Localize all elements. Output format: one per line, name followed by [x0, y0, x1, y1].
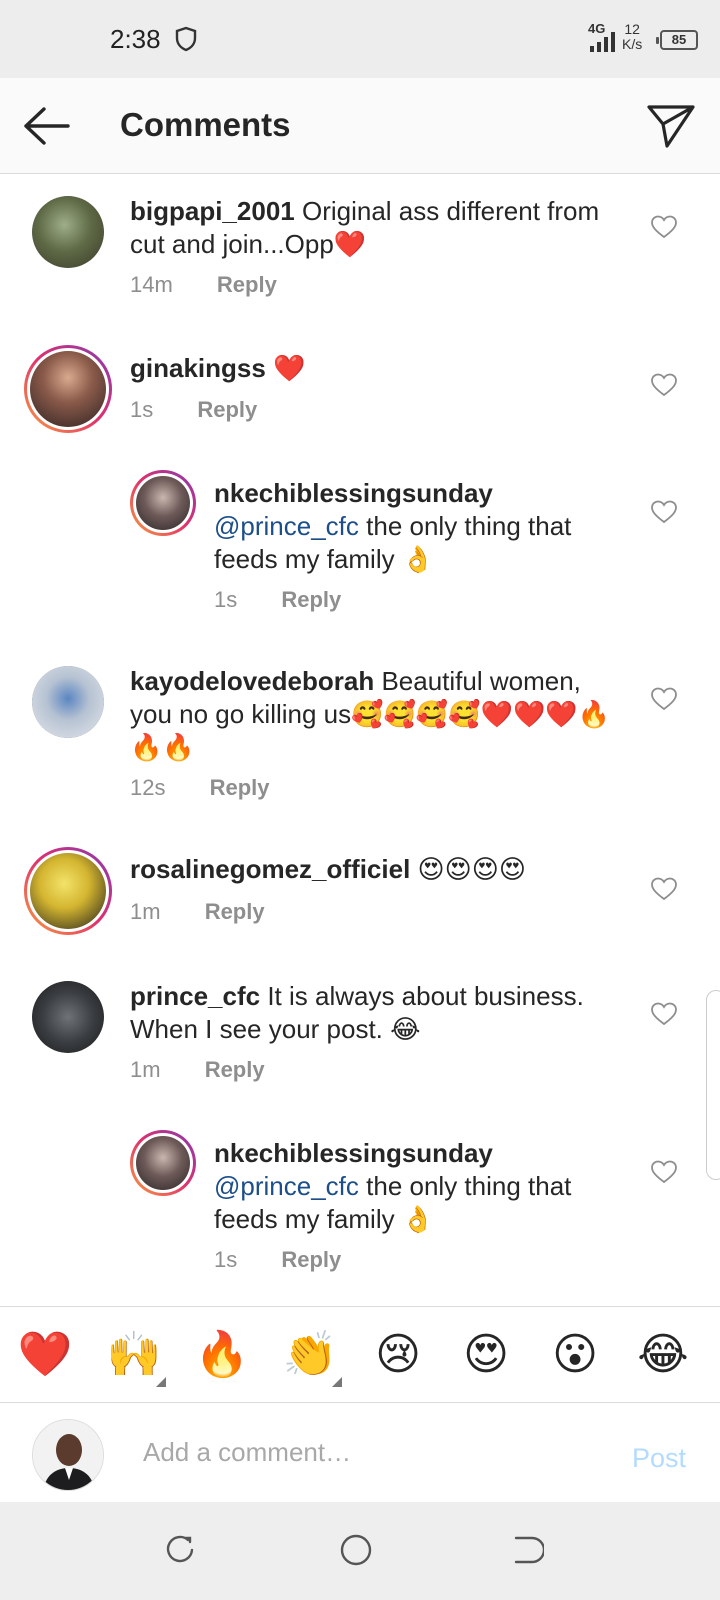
comment-body: rosalinegomez_officiel 😍😍😍😍	[130, 853, 610, 886]
comment-body: bigpapi_2001 Original ass different from…	[130, 195, 610, 261]
reply-button[interactable]: Reply	[210, 775, 270, 800]
avatar-story-ring[interactable]	[130, 1130, 196, 1196]
comment-username[interactable]: rosalinegomez_officiel	[130, 854, 410, 884]
emoji-clapping-hands[interactable]: 👏	[280, 1325, 342, 1387]
comment-time: 1s	[214, 587, 238, 612]
comment-username[interactable]: kayodelovedeborah	[130, 666, 374, 696]
comment-text: ❤️	[273, 353, 306, 383]
heart-outline-icon[interactable]	[651, 1002, 677, 1026]
comment-mention[interactable]: @prince_cfc	[214, 1171, 359, 1201]
comments-list[interactable]: bigpapi_2001 Original ass different from…	[0, 175, 720, 1305]
reply-button[interactable]: Reply	[281, 587, 341, 612]
reply-item: nkechiblessingsunday @prince_cfc the onl…	[0, 470, 720, 620]
comment-meta: 1m Reply	[130, 899, 265, 925]
comment-body: nkechiblessingsunday @prince_cfc the onl…	[214, 477, 624, 576]
reply-button[interactable]: Reply	[281, 1247, 341, 1272]
comment-time: 14m	[130, 272, 173, 297]
signal-icon	[590, 32, 615, 52]
emoji-crying[interactable]: 😢	[368, 1325, 428, 1385]
header: Comments	[0, 78, 720, 174]
system-nav-bar	[0, 1502, 720, 1600]
status-time: 2:38	[110, 24, 161, 54]
comment-mention[interactable]: @prince_cfc	[214, 511, 359, 541]
emoji-heart[interactable]: ❤️	[15, 1325, 75, 1385]
emoji-surprised[interactable]: 😮	[545, 1325, 605, 1385]
comment-meta: 1m Reply	[130, 1057, 265, 1083]
network-speed-value: 12	[624, 21, 640, 37]
heart-outline-icon[interactable]	[651, 687, 677, 711]
recent-apps-icon[interactable]	[162, 1532, 198, 1568]
comment-body: ginakingss ❤️	[130, 352, 610, 385]
comment-username[interactable]: nkechiblessingsunday	[214, 1138, 493, 1168]
avatar-story-ring[interactable]	[24, 847, 112, 935]
comment-body: nkechiblessingsunday @prince_cfc the onl…	[214, 1137, 624, 1236]
comment-item: rosalinegomez_officiel 😍😍😍😍 1m Reply	[0, 847, 720, 947]
network-speed-unit: K/s	[622, 36, 643, 52]
status-bar: 2:38 4G 12 K/s 85	[0, 0, 720, 78]
comment-item: kayodelovedeborah Beautiful women, you n…	[0, 665, 720, 820]
my-avatar	[32, 1419, 104, 1491]
comment-time: 1s	[130, 397, 154, 422]
back-arrow-icon[interactable]	[22, 106, 72, 146]
comment-item: bigpapi_2001 Original ass different from…	[0, 195, 720, 315]
avatar[interactable]	[32, 196, 104, 268]
back-nav-icon[interactable]	[508, 1532, 544, 1568]
comment-meta: 1s Reply	[214, 587, 341, 613]
home-icon[interactable]	[338, 1532, 374, 1568]
comment-body: prince_cfc It is always about business. …	[130, 980, 620, 1046]
comment-username[interactable]: nkechiblessingsunday	[214, 478, 493, 508]
comment-item: ginakingss ❤️ 1s Reply	[0, 345, 720, 445]
comment-body: kayodelovedeborah Beautiful women, you n…	[130, 665, 620, 764]
comment-item: prince_cfc It is always about business. …	[0, 980, 720, 1100]
reply-button[interactable]: Reply	[217, 272, 277, 297]
avatar-story-ring[interactable]	[24, 345, 112, 433]
avatar[interactable]	[32, 666, 104, 738]
heart-outline-icon[interactable]	[651, 373, 677, 397]
page-title: Comments	[120, 106, 291, 143]
comment-meta: 1s Reply	[130, 397, 257, 423]
comment-username[interactable]: prince_cfc	[130, 981, 260, 1011]
avatar-story-ring[interactable]	[130, 470, 196, 536]
add-comment-bar: Post	[0, 1402, 720, 1502]
comment-username[interactable]: ginakingss	[130, 353, 266, 383]
heart-outline-icon[interactable]	[651, 500, 677, 524]
avatar[interactable]	[32, 981, 104, 1053]
emoji-tears-of-joy[interactable]: 😂	[633, 1325, 693, 1385]
comment-meta: 14m Reply	[130, 272, 277, 298]
emoji-clapping-hands-glyph: 👏	[282, 1329, 338, 1380]
emoji-fire[interactable]: 🔥	[192, 1325, 252, 1385]
comment-time: 1s	[214, 1247, 238, 1272]
comment-meta: 1s Reply	[214, 1247, 341, 1273]
reply-button[interactable]: Reply	[205, 1057, 265, 1082]
post-button[interactable]: Post	[632, 1443, 686, 1474]
profile-photo	[33, 1420, 103, 1490]
emoji-heart-eyes[interactable]: 😍	[456, 1325, 516, 1385]
skin-tone-indicator	[332, 1377, 342, 1387]
skin-tone-indicator	[156, 1377, 166, 1387]
heart-outline-icon[interactable]	[651, 877, 677, 901]
comment-username[interactable]: bigpapi_2001	[130, 196, 295, 226]
battery-indicator: 85	[656, 30, 698, 50]
comment-time: 12s	[130, 775, 166, 800]
comment-text: 😍😍😍😍	[417, 854, 526, 884]
network-speed: 12 K/s	[622, 22, 642, 52]
reply-button[interactable]: Reply	[205, 899, 265, 924]
heart-outline-icon[interactable]	[651, 215, 677, 239]
heart-outline-icon[interactable]	[651, 1160, 677, 1184]
comment-time: 1m	[130, 1057, 161, 1082]
direct-send-icon[interactable]	[646, 102, 696, 150]
reply-button[interactable]: Reply	[197, 397, 257, 422]
scroll-handle[interactable]	[706, 990, 720, 1180]
emoji-quick-bar: ❤️ 🙌 🔥 👏 😢 😍 😮 😂	[0, 1306, 720, 1402]
emoji-raised-hands[interactable]: 🙌	[104, 1325, 166, 1387]
reply-item: nkechiblessingsunday @prince_cfc the onl…	[0, 1130, 720, 1280]
shield-icon	[175, 26, 197, 52]
comment-meta: 12s Reply	[130, 775, 270, 801]
emoji-raised-hands-glyph: 🙌	[106, 1329, 162, 1380]
comment-input[interactable]	[143, 1429, 593, 1475]
comment-time: 1m	[130, 899, 161, 924]
